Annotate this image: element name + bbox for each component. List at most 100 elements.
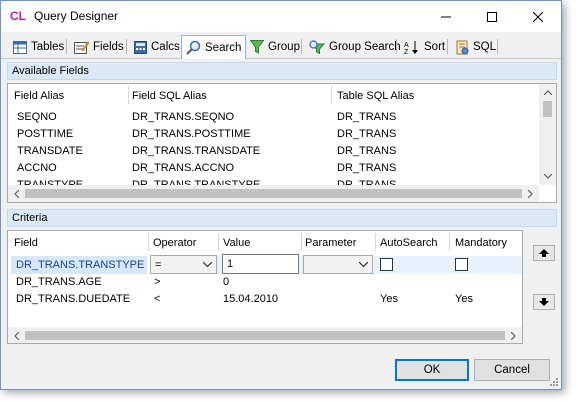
tab-tables-label: Tables <box>31 41 65 53</box>
arrow-up-icon <box>539 249 549 257</box>
scroll-left-arrow[interactable] <box>8 185 25 202</box>
tab-tables[interactable]: Tables <box>9 36 68 58</box>
title-bar[interactable]: CL Query Designer <box>1 1 561 32</box>
magnifier-icon <box>186 40 201 55</box>
chevron-down-icon <box>543 174 552 179</box>
tab-group-search-label: Group Search <box>329 41 401 53</box>
criteria-mandatory-cell: Yes <box>455 293 473 305</box>
tab-sql[interactable]: SQL <box>451 36 500 58</box>
criteria-field-cell: DR_TRANS.TRANSTYPE <box>16 259 145 271</box>
field-sql-alias-cell: DR_TRANS.POSTTIME <box>132 128 251 140</box>
autosearch-checkbox[interactable] <box>380 258 393 271</box>
chevron-down-icon <box>359 262 368 267</box>
move-up-button[interactable] <box>533 245 555 261</box>
tab-group-search[interactable]: Group Search <box>305 36 405 58</box>
column-header-autosearch[interactable]: AutoSearch <box>380 237 437 249</box>
criteria-field-cell: DR_TRANS.AGE <box>16 276 102 288</box>
criteria-operator-cell: < <box>154 293 161 305</box>
resize-grip-icon[interactable] <box>549 377 559 387</box>
svg-text:Z: Z <box>404 49 409 55</box>
column-header-operator[interactable]: Operator <box>153 237 196 249</box>
field-sql-alias-cell: DR_TRANS.SEQNO <box>132 111 235 123</box>
field-alias-cell: POSTTIME <box>17 128 74 140</box>
calculator-icon <box>134 40 147 54</box>
tab-sort[interactable]: AZ Sort <box>400 36 449 58</box>
chevron-left-icon <box>14 331 19 340</box>
available-fields-list[interactable]: Field Alias Field SQL Alias Table SQL Al… <box>7 83 557 203</box>
close-icon <box>533 11 543 22</box>
chevron-down-icon <box>203 262 212 267</box>
criteria-value-cell: 15.04.2010 <box>223 293 279 305</box>
chevron-right-icon <box>528 189 533 198</box>
tab-sql-label: SQL <box>473 41 497 53</box>
table-sql-alias-cell: DR_TRANS <box>337 128 397 140</box>
scroll-up-arrow[interactable] <box>539 84 556 101</box>
horizontal-scrollbar[interactable] <box>8 185 539 202</box>
column-divider[interactable] <box>218 233 219 251</box>
scroll-down-arrow[interactable] <box>539 168 556 185</box>
column-divider[interactable] <box>375 233 376 251</box>
tab-bar: Tables Fields Calcs Search Group Group S… <box>1 32 561 59</box>
cancel-button-label: Cancel <box>494 364 530 376</box>
scroll-left-arrow[interactable] <box>8 327 25 343</box>
query-designer-window: CL Query Designer Tables Fields Calcs Se… <box>0 0 562 390</box>
column-header-field-sql-alias[interactable]: Field SQL Alias <box>132 90 207 102</box>
value-input[interactable]: 1 <box>222 254 299 274</box>
ok-button-label: OK <box>423 364 441 376</box>
column-header-field[interactable]: Field <box>14 237 38 249</box>
scroll-right-arrow[interactable] <box>522 185 539 202</box>
column-header-table-sql-alias[interactable]: Table SQL Alias <box>337 90 414 102</box>
tab-calcs-label: Calcs <box>151 41 180 53</box>
vertical-scrollbar[interactable] <box>539 84 556 185</box>
svg-text:A: A <box>404 42 409 49</box>
tab-fields-label: Fields <box>93 41 124 53</box>
tab-calcs[interactable]: Calcs <box>130 36 184 58</box>
scroll-thumb[interactable] <box>543 101 552 117</box>
sort-az-icon: AZ <box>404 40 418 55</box>
column-divider[interactable] <box>331 86 332 104</box>
column-header-parameter[interactable]: Parameter <box>305 237 356 249</box>
scroll-thumb[interactable] <box>25 331 505 340</box>
minimize-button[interactable] <box>423 1 469 32</box>
funnel-search-icon <box>309 40 325 54</box>
arrow-down-icon <box>539 298 549 306</box>
column-divider[interactable] <box>449 233 450 251</box>
tab-divider <box>126 39 127 54</box>
scroll-thumb[interactable] <box>25 189 522 198</box>
column-divider[interactable] <box>301 233 302 251</box>
criteria-autosearch-cell: Yes <box>380 293 398 305</box>
criteria-grid[interactable]: Field Operator Value Parameter AutoSearc… <box>7 230 523 344</box>
maximize-button[interactable] <box>469 1 515 32</box>
field-alias-cell: SEQNO <box>17 111 57 123</box>
close-button[interactable] <box>515 1 561 32</box>
sql-script-icon <box>456 40 469 54</box>
table-sql-alias-cell: DR_TRANS <box>337 162 397 174</box>
scroll-right-arrow[interactable] <box>505 327 522 343</box>
horizontal-scrollbar[interactable] <box>8 327 522 343</box>
criteria-operator-cell: > <box>154 276 161 288</box>
criteria-value-cell: 0 <box>223 276 230 288</box>
mandatory-checkbox[interactable] <box>455 258 468 271</box>
ok-button[interactable]: OK <box>395 359 469 381</box>
tab-fields[interactable]: Fields <box>70 36 128 58</box>
column-header-value[interactable]: Value <box>223 237 250 249</box>
column-divider[interactable] <box>148 233 149 251</box>
chevron-up-icon <box>543 90 552 95</box>
chevron-left-icon <box>14 189 19 198</box>
table-sql-alias-cell: DR_TRANS <box>337 145 397 157</box>
operator-select[interactable]: = <box>150 255 217 274</box>
move-down-button[interactable] <box>533 294 555 310</box>
tab-group-label: Group <box>268 41 300 53</box>
cancel-button[interactable]: Cancel <box>474 359 550 381</box>
operator-select-value: = <box>155 258 162 271</box>
funnel-icon <box>250 40 264 54</box>
value-input-text: 1 <box>227 258 234 270</box>
tab-divider <box>497 39 498 54</box>
column-header-mandatory[interactable]: Mandatory <box>455 237 507 249</box>
column-header-field-alias[interactable]: Field Alias <box>14 90 64 102</box>
tab-group[interactable]: Group <box>246 36 304 58</box>
tab-search[interactable]: Search <box>181 35 247 59</box>
field-sql-alias-cell: DR_TRANS.TRANSDATE <box>132 145 261 157</box>
column-divider[interactable] <box>128 86 129 104</box>
parameter-select[interactable] <box>303 255 373 274</box>
